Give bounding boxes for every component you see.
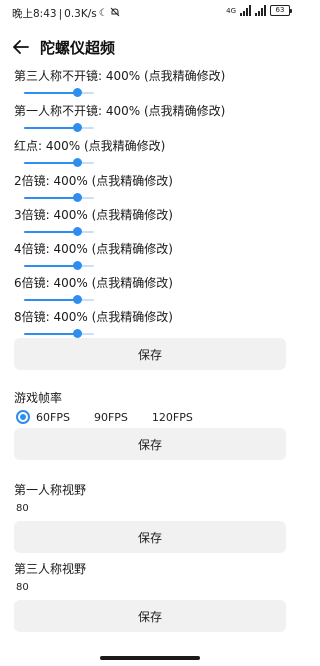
sensitivity-slider[interactable] xyxy=(24,329,94,338)
setting-label[interactable]: 红点: 400% (点我精确修改) xyxy=(14,139,294,154)
slider-fill xyxy=(24,231,77,233)
signal-icon xyxy=(240,5,251,16)
fps-option-60[interactable]: 60FPS xyxy=(36,411,70,424)
setting-label[interactable]: 3倍镜: 400% (点我精确修改) xyxy=(14,208,294,223)
back-arrow-icon[interactable] xyxy=(10,36,32,58)
slider-fill xyxy=(24,265,77,267)
home-indicator[interactable] xyxy=(100,656,200,660)
setting-label[interactable]: 2倍镜: 400% (点我精确修改) xyxy=(14,174,294,189)
fps-option-120[interactable]: 120FPS xyxy=(152,411,193,424)
slider-thumb[interactable] xyxy=(72,261,82,270)
battery-icon: 63 xyxy=(270,5,292,16)
slider-thumb[interactable] xyxy=(72,193,82,202)
page-title: 陀螺仪超频 xyxy=(40,39,116,57)
sensitivity-slider[interactable] xyxy=(24,193,94,202)
fov-first-label: 第一人称视野 xyxy=(14,483,87,497)
status-time: 晚上8:43 xyxy=(12,8,57,20)
save-sensitivity-button[interactable]: 保存 xyxy=(14,338,286,370)
slider-thumb[interactable] xyxy=(72,227,82,236)
status-right: 4G 63 xyxy=(226,5,292,16)
setting-label[interactable]: 第一人称不开镜: 400% (点我精确修改) xyxy=(14,104,294,119)
network-type: 4G xyxy=(226,6,236,15)
slider-fill xyxy=(24,197,77,199)
slider-fill xyxy=(24,127,77,129)
setting-8x-scope[interactable]: 8倍镜: 400% (点我精确修改) xyxy=(14,310,294,338)
status-speed: 0.3K/s xyxy=(64,7,97,20)
bell-off-icon xyxy=(110,7,120,20)
fps-section-label: 游戏帧率 xyxy=(14,391,63,405)
setting-fp-no-scope[interactable]: 第一人称不开镜: 400% (点我精确修改) xyxy=(14,104,294,132)
save-fps-button[interactable]: 保存 xyxy=(14,428,286,460)
signal-2-icon xyxy=(255,5,266,16)
sensitivity-slider[interactable] xyxy=(24,295,94,304)
setting-3x-scope[interactable]: 3倍镜: 400% (点我精确修改) xyxy=(14,208,294,236)
setting-4x-scope[interactable]: 4倍镜: 400% (点我精确修改) xyxy=(14,242,294,270)
sensitivity-slider[interactable] xyxy=(24,227,94,236)
fov-first-value[interactable]: 80 xyxy=(16,503,29,514)
fps-radio-selected[interactable] xyxy=(16,410,30,424)
app-header: 陀螺仪超频 xyxy=(0,30,300,64)
fps-option-90[interactable]: 90FPS xyxy=(94,411,128,424)
sensitivity-slider[interactable] xyxy=(24,261,94,270)
sensitivity-slider[interactable] xyxy=(24,123,94,132)
setting-red-dot[interactable]: 红点: 400% (点我精确修改) xyxy=(14,139,294,167)
sensitivity-slider[interactable] xyxy=(24,158,94,167)
save-fov-third-button[interactable]: 保存 xyxy=(14,600,286,632)
sensitivity-slider[interactable] xyxy=(24,88,94,97)
slider-thumb[interactable] xyxy=(72,158,82,167)
save-fov-first-button[interactable]: 保存 xyxy=(14,521,286,553)
setting-6x-scope[interactable]: 6倍镜: 400% (点我精确修改) xyxy=(14,276,294,304)
setting-label[interactable]: 6倍镜: 400% (点我精确修改) xyxy=(14,276,294,291)
slider-fill xyxy=(24,162,77,164)
slider-fill xyxy=(24,299,77,301)
moon-icon: ☾ xyxy=(98,8,108,19)
setting-2x-scope[interactable]: 2倍镜: 400% (点我精确修改) xyxy=(14,174,294,202)
slider-thumb[interactable] xyxy=(72,88,82,97)
status-divider: | xyxy=(58,7,63,20)
setting-label[interactable]: 4倍镜: 400% (点我精确修改) xyxy=(14,242,294,257)
battery-level: 63 xyxy=(275,6,285,14)
status-left: 晚上8:43 | 0.3K/s ☾ xyxy=(12,6,120,21)
fov-third-value[interactable]: 80 xyxy=(16,582,29,593)
setting-label[interactable]: 第三人称不开镜: 400% (点我精确修改) xyxy=(14,69,294,84)
setting-label[interactable]: 8倍镜: 400% (点我精确修改) xyxy=(14,310,294,325)
fov-third-label: 第三人称视野 xyxy=(14,562,87,576)
slider-thumb[interactable] xyxy=(72,123,82,132)
setting-tp-no-scope[interactable]: 第三人称不开镜: 400% (点我精确修改) xyxy=(14,69,294,97)
status-bar: 晚上8:43 | 0.3K/s ☾ 4G 63 xyxy=(0,0,300,26)
fps-options: 60FPS 90FPS 120FPS xyxy=(16,409,217,425)
slider-thumb[interactable] xyxy=(72,329,82,338)
slider-thumb[interactable] xyxy=(72,295,82,304)
slider-fill xyxy=(24,92,77,94)
slider-fill xyxy=(24,333,77,335)
